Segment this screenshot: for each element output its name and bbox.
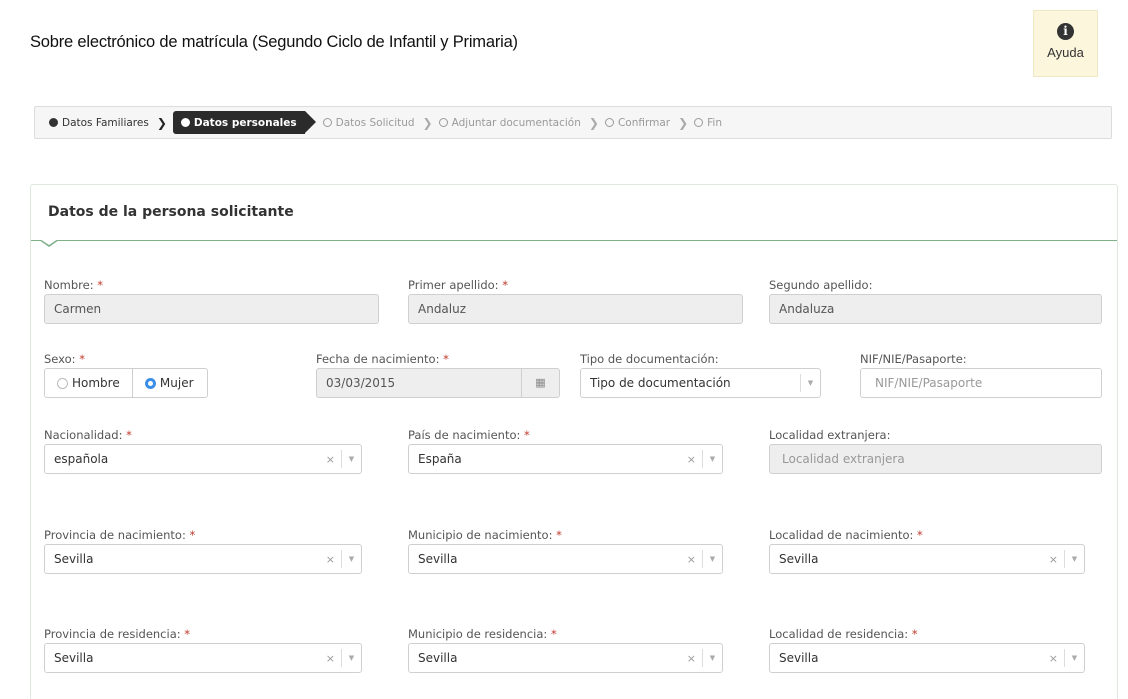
step-pending-icon: [604, 118, 614, 127]
step-label: Datos Solicitud: [335, 116, 415, 129]
chevron-down-icon: ▼: [1064, 649, 1084, 667]
radio-hombre[interactable]: Hombre: [45, 369, 132, 397]
segundo-apellido-field[interactable]: Andaluza: [769, 294, 1102, 324]
step-pending-icon: [322, 118, 332, 127]
card-title: Datos de la persona solicitante: [48, 204, 294, 220]
step-label: Confirmar: [617, 116, 671, 129]
nacionalidad-select[interactable]: española × ▼: [44, 444, 362, 474]
chevron-down-icon: ▼: [341, 649, 361, 667]
step-label: Adjuntar documentación: [451, 116, 581, 129]
localidad-extranjera-label: Localidad extranjera:: [769, 428, 891, 442]
info-icon: i: [1057, 23, 1074, 40]
chevron-right-icon: ❯: [156, 115, 167, 130]
step-confirmar: Confirmar ❯: [604, 115, 694, 130]
localidad-nacimiento-label: Localidad de nacimiento: *: [769, 528, 923, 542]
clear-icon[interactable]: ×: [1049, 652, 1058, 665]
step-label: Fin: [707, 116, 723, 129]
step-active-icon: [180, 118, 190, 127]
step-progress-bar: Datos Familiares ❯ Datos personales Dato…: [34, 106, 1112, 139]
primer-apellido-field[interactable]: Andaluz: [408, 294, 743, 324]
pais-nacimiento-select[interactable]: España × ▼: [408, 444, 723, 474]
tipo-documentacion-select[interactable]: Tipo de documentación ▼: [580, 368, 821, 398]
step-datos-personales[interactable]: Datos personales: [172, 111, 316, 134]
radio-checked-icon: [144, 377, 156, 389]
step-label: Datos personales: [193, 116, 297, 129]
provincia-nacimiento-label: Provincia de nacimiento: *: [44, 528, 196, 542]
localidad-nacimiento-select[interactable]: Sevilla × ▼: [769, 544, 1085, 574]
nombre-field[interactable]: Carmen: [44, 294, 379, 324]
help-button[interactable]: i Ayuda: [1033, 10, 1098, 77]
chevron-down-icon: ▼: [341, 550, 361, 568]
radio-unchecked-icon: [57, 377, 68, 389]
clear-icon[interactable]: ×: [326, 652, 335, 665]
chevron-down-icon: ▼: [341, 450, 361, 468]
chevron-down-icon: ▼: [702, 550, 722, 568]
clear-icon[interactable]: ×: [687, 453, 696, 466]
nif-label: NIF/NIE/Pasaporte:: [860, 352, 967, 366]
localidad-extranjera-input[interactable]: Localidad extranjera: [769, 444, 1102, 474]
step-datos-familiares[interactable]: Datos Familiares ❯: [49, 116, 173, 130]
provincia-residencia-label: Provincia de residencia: *: [44, 627, 191, 641]
step-done-icon: [49, 118, 58, 127]
municipio-residencia-label: Municipio de residencia: *: [408, 627, 557, 641]
clear-icon[interactable]: ×: [687, 652, 696, 665]
chevron-down-icon: ▼: [1064, 550, 1084, 568]
nif-input[interactable]: NIF/NIE/Pasaporte: [860, 368, 1102, 398]
clear-icon[interactable]: ×: [326, 453, 335, 466]
applicant-card: Datos de la persona solicitante: [30, 184, 1118, 699]
sexo-label: Sexo: *: [44, 352, 85, 366]
page-title: Sobre electrónico de matrícula (Segundo …: [30, 33, 518, 51]
chevron-down-icon: ▼: [800, 374, 820, 392]
step-adjuntar-documentacion: Adjuntar documentación ❯: [438, 115, 605, 130]
chevron-down-icon: ▼: [702, 450, 722, 468]
municipio-nacimiento-select[interactable]: Sevilla × ▼: [408, 544, 723, 574]
tipo-documentacion-label: Tipo de documentación:: [580, 352, 719, 366]
pais-nacimiento-label: País de nacimiento: *: [408, 428, 530, 442]
segundo-apellido-label: Segundo apellido:: [769, 278, 873, 292]
nombre-label: Nombre: *: [44, 278, 103, 292]
card-notch: [39, 239, 59, 247]
calendar-icon[interactable]: ▦: [521, 369, 559, 397]
chevron-right-icon: ❯: [678, 115, 689, 130]
chevron-down-icon: ▼: [702, 649, 722, 667]
step-fin: Fin: [694, 117, 722, 129]
provincia-nacimiento-select[interactable]: Sevilla × ▼: [44, 544, 362, 574]
localidad-residencia-label: Localidad de residencia: *: [769, 627, 918, 641]
step-label: Datos Familiares: [62, 116, 149, 129]
fecha-nacimiento-field[interactable]: 03/03/2015 ▦: [316, 368, 560, 398]
step-pending-icon: [694, 118, 704, 127]
municipio-nacimiento-label: Municipio de nacimiento: *: [408, 528, 562, 542]
clear-icon[interactable]: ×: [326, 553, 335, 566]
radio-mujer[interactable]: Mujer: [131, 369, 207, 397]
clear-icon[interactable]: ×: [687, 553, 696, 566]
municipio-residencia-select[interactable]: Sevilla × ▼: [408, 643, 723, 673]
chevron-right-icon: ❯: [422, 115, 433, 130]
primer-apellido-label: Primer apellido: *: [408, 278, 508, 292]
clear-icon[interactable]: ×: [1049, 553, 1058, 566]
help-label: Ayuda: [1047, 45, 1084, 60]
step-datos-solicitud: Datos Solicitud ❯: [322, 115, 439, 130]
fecha-nacimiento-label: Fecha de nacimiento: *: [316, 352, 449, 366]
nacionalidad-label: Nacionalidad: *: [44, 428, 132, 442]
localidad-residencia-select[interactable]: Sevilla × ▼: [769, 643, 1085, 673]
step-pending-icon: [438, 118, 448, 127]
provincia-residencia-select[interactable]: Sevilla × ▼: [44, 643, 362, 673]
sexo-radio-group: Hombre Mujer: [44, 368, 208, 398]
chevron-right-icon: ❯: [588, 115, 599, 130]
card-divider: [31, 240, 1117, 241]
